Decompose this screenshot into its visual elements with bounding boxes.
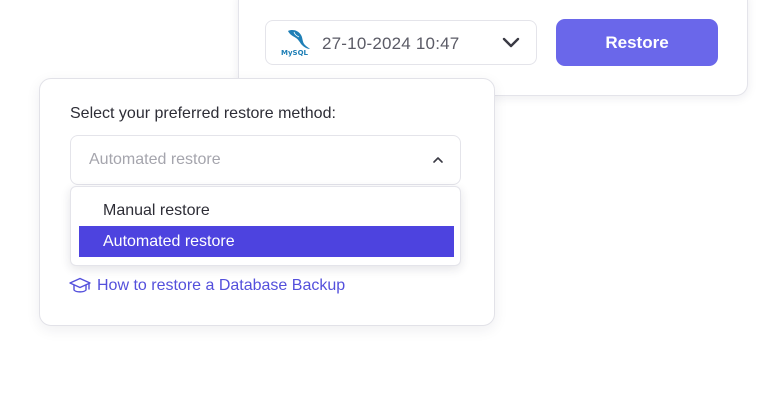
restore-method-selected-value: Automated restore — [89, 151, 221, 168]
help-link-restore-backup[interactable]: How to restore a Database Backup — [69, 277, 345, 295]
restore-method-label: Select your preferred restore method: — [70, 105, 336, 122]
chevron-down-icon — [502, 37, 520, 48]
option-automated-restore[interactable]: Automated restore — [79, 226, 454, 257]
backup-date-select[interactable]: MySQL 27-10-2024 10:47 — [265, 20, 537, 65]
backup-date-value: 27-10-2024 10:47 — [322, 34, 460, 53]
restore-screen: MySQL 27-10-2024 10:47 Restore Select yo… — [0, 0, 772, 418]
graduation-cap-icon — [69, 277, 91, 293]
restore-button[interactable]: Restore — [556, 19, 718, 66]
restore-method-select[interactable]: Automated restore — [70, 135, 461, 185]
mysql-logo-text: MySQL — [281, 49, 309, 57]
help-link-text: How to restore a Database Backup — [97, 277, 346, 294]
restore-method-dropdown: Manual restore Automated restore — [70, 186, 461, 266]
option-manual-restore[interactable]: Manual restore — [79, 195, 454, 226]
restore-method-card: Select your preferred restore method: Au… — [39, 78, 495, 326]
chevron-up-icon — [433, 157, 443, 163]
mysql-logo-icon: MySQL — [281, 30, 310, 57]
